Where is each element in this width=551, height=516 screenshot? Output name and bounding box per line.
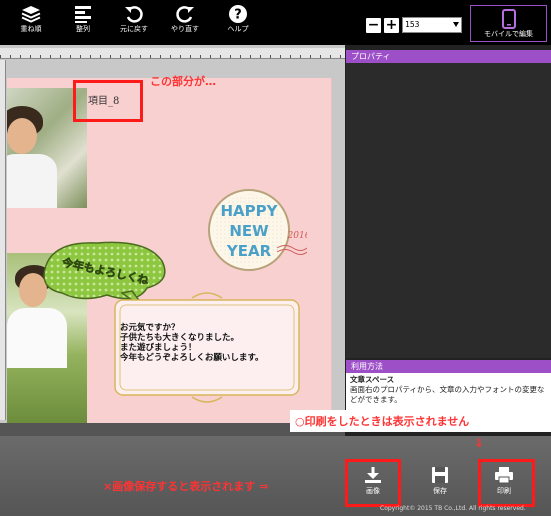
shirt xyxy=(7,154,57,208)
help-button[interactable]: ? ヘルプ xyxy=(215,4,261,42)
callout-save: ×画像保存すると表示されます ⇒ xyxy=(103,480,269,493)
ruler-left xyxy=(0,60,6,420)
stamp-line-2: NEW xyxy=(229,222,269,240)
stamp-year: 2016 xyxy=(287,231,307,241)
zoom-in-button[interactable]: + xyxy=(384,18,399,33)
mobile-edit-button[interactable]: モバイルで編集 xyxy=(470,5,547,42)
svg-text:?: ? xyxy=(234,8,242,23)
undo-label: 元に戻す xyxy=(120,25,148,33)
highlight-box-save-image xyxy=(345,459,401,507)
happy-new-year-stamp[interactable]: HAPPY NEW YEAR 2016 xyxy=(207,188,311,292)
usage-heading: 文章スペース xyxy=(350,375,395,384)
help-icon: ? xyxy=(215,4,261,24)
stamp-line-1: HAPPY xyxy=(220,202,278,220)
shirt xyxy=(7,308,67,368)
message-text[interactable]: お元気ですか？ 子供たちも大きくなりました。 また遊びましょう！ 今年もどうぞよ… xyxy=(120,323,263,363)
zoom-out-button[interactable]: − xyxy=(366,18,381,33)
callout-print: ○印刷をしたときは表示されません xyxy=(295,415,470,428)
save-button[interactable]: 保存 xyxy=(416,460,464,505)
layers-icon xyxy=(8,4,54,24)
ruler-top xyxy=(0,48,345,59)
arrow-down: ⇓ xyxy=(474,436,485,450)
floppy-disk-icon xyxy=(416,466,464,484)
usage-header: 利用方法 xyxy=(346,360,551,373)
align-button[interactable]: 整列 xyxy=(60,4,106,42)
highlight-box-item xyxy=(73,80,143,122)
usage-text: 画面右のプロパティから、文章の入力やフォントの変更などができます。 xyxy=(350,385,545,404)
zoom-select[interactable]: 153 xyxy=(402,17,462,33)
chevron-down-icon xyxy=(453,22,459,27)
face xyxy=(7,118,37,154)
redo-button[interactable]: やり直す xyxy=(162,4,208,42)
highlight-box-print xyxy=(478,459,535,507)
callout-item: この部分が… xyxy=(150,75,216,88)
layer-order-button[interactable]: 重ね順 xyxy=(8,4,54,42)
undo-icon xyxy=(111,4,157,24)
stamp-line-3: YEAR xyxy=(226,242,272,260)
align-label: 整列 xyxy=(76,25,90,33)
smartphone-icon xyxy=(471,9,546,29)
toolbar: 重ね順 整列 元に戻す やり直す ? ヘルプ − + 153 モバイルで編集 xyxy=(0,0,551,45)
properties-header: プロパティ xyxy=(346,50,551,63)
mobile-edit-label: モバイルで編集 xyxy=(484,30,533,38)
redo-label: やり直す xyxy=(171,25,199,33)
align-icon xyxy=(60,4,106,24)
properties-panel[interactable] xyxy=(346,63,551,358)
redo-icon xyxy=(162,4,208,24)
copyright: Copyright© 2015 TB Co.,Ltd. All rights r… xyxy=(380,505,526,512)
bottom-bar xyxy=(0,436,551,516)
zoom-value: 153 xyxy=(405,20,420,29)
layer-order-label: 重ね順 xyxy=(20,25,42,33)
help-label: ヘルプ xyxy=(227,25,249,33)
undo-button[interactable]: 元に戻す xyxy=(111,4,157,42)
save-label: 保存 xyxy=(433,487,447,495)
